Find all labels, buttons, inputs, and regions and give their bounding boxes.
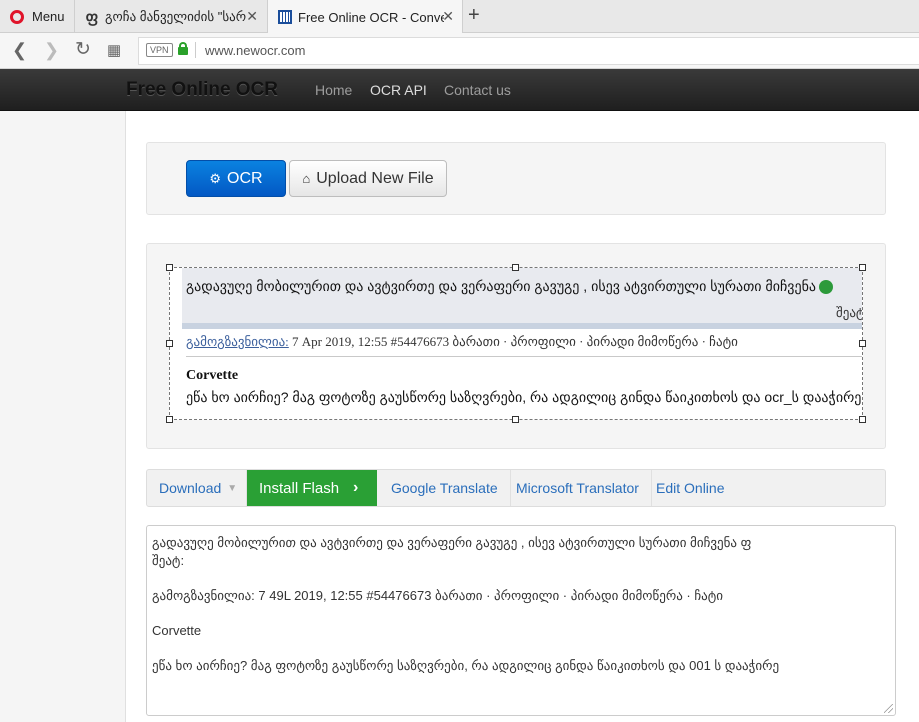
result-toolbar: Download ▼ Install Flash › Google Translat… [146, 469, 886, 507]
selection-handle[interactable] [512, 264, 519, 271]
selection-handle[interactable] [166, 416, 173, 423]
install-flash-label: Install Flash [259, 479, 340, 497]
browser-tab-newocr[interactable]: Free Online OCR - Convert ✕ [267, 0, 463, 34]
selection-handle[interactable] [859, 264, 866, 271]
preview-line-1: გადავუღე მობილურით და ავტვირთე და ვერაფე… [186, 278, 834, 295]
opera-menu-button[interactable]: Menu [0, 0, 72, 33]
url-separator [195, 42, 196, 58]
tab-title: Free Online OCR - Convert [298, 9, 444, 25]
preview-line-2: შეატ [836, 305, 863, 320]
image-preview[interactable]: გადავუღე მობილურით და ავტვირთე და ვერაფე… [169, 267, 863, 420]
upload-button-label: Upload New File [316, 169, 434, 187]
back-icon[interactable]: ❮ [12, 40, 27, 61]
address-bar: ❮ ❯ ↻ ▦ VPN www.newocr.com [0, 33, 919, 69]
home-icon: ⌂ [302, 171, 311, 186]
new-tab-icon[interactable]: + [468, 4, 480, 27]
preview-post-header [182, 268, 862, 326]
vpn-badge[interactable]: VPN [146, 43, 173, 57]
close-icon[interactable]: ✕ [442, 8, 454, 24]
microsoft-translator-link[interactable]: Microsoft Translator [504, 470, 652, 506]
edit-online-link[interactable]: Edit Online [644, 470, 736, 506]
tab-title: გოჩა მანველიძის "სარ [105, 8, 247, 24]
preview-divider-bar [182, 323, 862, 329]
left-gutter [0, 111, 126, 722]
ocr-result-textarea[interactable]: გადავუღე მობილურით და ავტვირთე და ვერაფე… [146, 525, 896, 716]
gear-icon: ⚙ [209, 170, 222, 186]
reload-icon[interactable]: ↻ [75, 38, 91, 61]
close-icon[interactable]: ✕ [246, 8, 258, 24]
install-flash-button[interactable]: Install Flash › [247, 470, 377, 506]
menu-label: Menu [32, 9, 65, 24]
selection-handle[interactable] [166, 340, 173, 347]
preview-author-name: Corvette [186, 368, 239, 383]
site-brand[interactable]: Free Online OCR [126, 79, 278, 101]
preview-divider [186, 356, 862, 357]
browser-tab-forum[interactable]: ფ გოჩა მანველიძის "სარ ✕ [74, 0, 266, 33]
nav-ocr-api[interactable]: OCR API [370, 82, 427, 98]
preview-meta: გამოგზავნილია: 7 Apr 2019, 12:55 #544766… [186, 334, 738, 349]
download-dropdown[interactable]: Download ▼ [147, 470, 247, 506]
browser-tab-bar: Menu ფ გოჩა მანველიძის "სარ ✕ Free Onlin… [0, 0, 919, 34]
lock-icon[interactable] [178, 42, 188, 55]
ocr-button[interactable]: ⚙ OCR [186, 160, 286, 197]
ocr-button-label: OCR [227, 169, 263, 187]
url-text[interactable]: www.newocr.com [205, 43, 305, 58]
google-translate-link[interactable]: Google Translate [379, 470, 511, 506]
preview-post-text: ეწა ხო აირჩიე? მაგ ფოტოზე გაუსწორე საზღვ… [186, 389, 862, 405]
ocr-result-text: გადავუღე მობილურით და ავტვირთე და ვერაფე… [152, 535, 780, 673]
selection-handle[interactable] [512, 416, 519, 423]
nav-contact[interactable]: Contact us [444, 82, 511, 98]
chevron-right-icon: › [353, 479, 359, 496]
selection-handle[interactable] [859, 340, 866, 347]
speed-dial-icon[interactable]: ▦ [107, 41, 121, 59]
geo-letter-icon: ფ [85, 8, 99, 26]
opera-logo-icon [10, 9, 24, 24]
resize-grip-icon[interactable] [884, 704, 893, 713]
caret-down-icon: ▼ [227, 482, 238, 494]
selection-handle[interactable] [859, 416, 866, 423]
nav-home[interactable]: Home [315, 82, 352, 98]
forward-icon[interactable]: ❯ [44, 40, 59, 61]
upload-new-file-button[interactable]: ⌂ Upload New File [289, 160, 447, 197]
grid-icon [278, 10, 292, 24]
site-navbar: Free Online OCR Home OCR API Contact us [0, 69, 919, 111]
selection-handle[interactable] [166, 264, 173, 271]
globe-icon [819, 280, 834, 295]
download-label: Download [159, 480, 222, 496]
